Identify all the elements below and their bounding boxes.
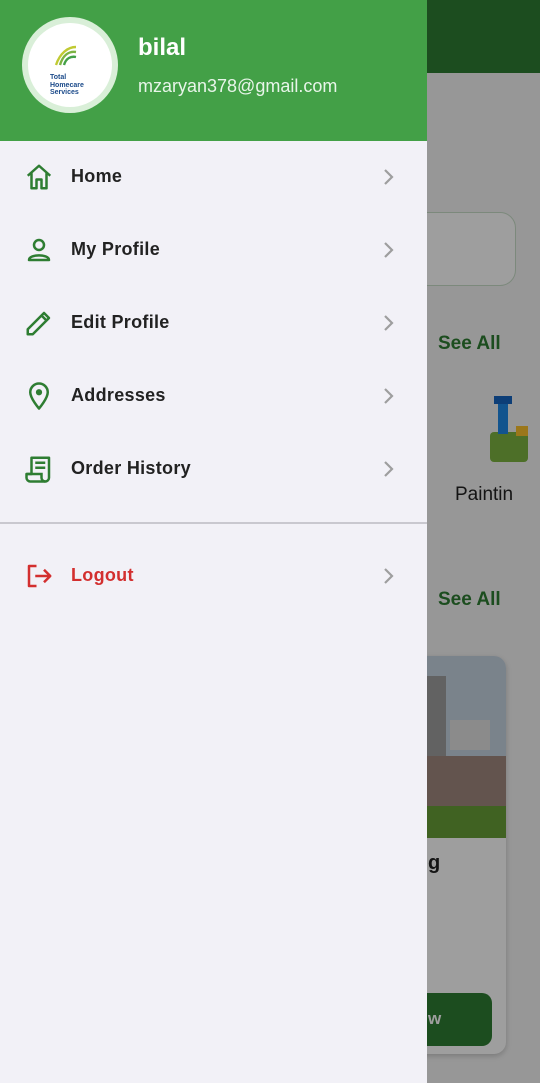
menu-item-addresses[interactable]: Addresses (0, 365, 427, 425)
logo-line: Services (50, 89, 79, 96)
menu-item-label: Order History (71, 458, 191, 478)
person-icon (27, 238, 51, 262)
user-name: bilal (138, 34, 187, 61)
logo-line: Homecare (50, 81, 84, 89)
chevron-right-icon (384, 388, 394, 404)
logo-text: Total Homecare Services (50, 74, 84, 97)
menu-item-label: Edit Profile (71, 312, 170, 332)
chevron-right-icon (384, 242, 394, 258)
chevron-right-icon (384, 568, 394, 584)
menu-item-my-profile[interactable]: My Profile (0, 219, 427, 279)
menu-item-logout[interactable]: Logout (0, 545, 427, 605)
menu-item-home[interactable]: Home (0, 146, 427, 206)
drawer-header: Total Homecare Services bilal mzaryan378… (0, 0, 427, 141)
menu-item-label: Home (71, 166, 123, 186)
chevron-right-icon (384, 461, 394, 477)
menu-item-label: My Profile (71, 239, 161, 259)
chevron-right-icon (384, 169, 394, 185)
company-logo: Total Homecare Services (28, 23, 112, 107)
home-icon (26, 164, 52, 190)
menu-item-order-history[interactable]: Order History (0, 438, 427, 498)
pencil-icon (26, 311, 51, 336)
location-pin-icon (29, 382, 49, 410)
logout-icon (27, 564, 52, 588)
menu-item-label: Addresses (71, 385, 166, 405)
navigation-drawer: Total Homecare Services bilal mzaryan378… (0, 0, 427, 1083)
chevron-right-icon (384, 315, 394, 331)
menu-divider (0, 522, 427, 524)
menu-item-edit-profile[interactable]: Edit Profile (0, 292, 427, 352)
avatar[interactable]: Total Homecare Services (22, 17, 118, 113)
logo-line: Total (50, 74, 67, 81)
menu-item-label: Logout (71, 565, 134, 585)
user-email: mzaryan378@gmail.com (138, 76, 338, 96)
receipt-icon (25, 456, 51, 483)
logo-mark-icon (54, 45, 77, 66)
